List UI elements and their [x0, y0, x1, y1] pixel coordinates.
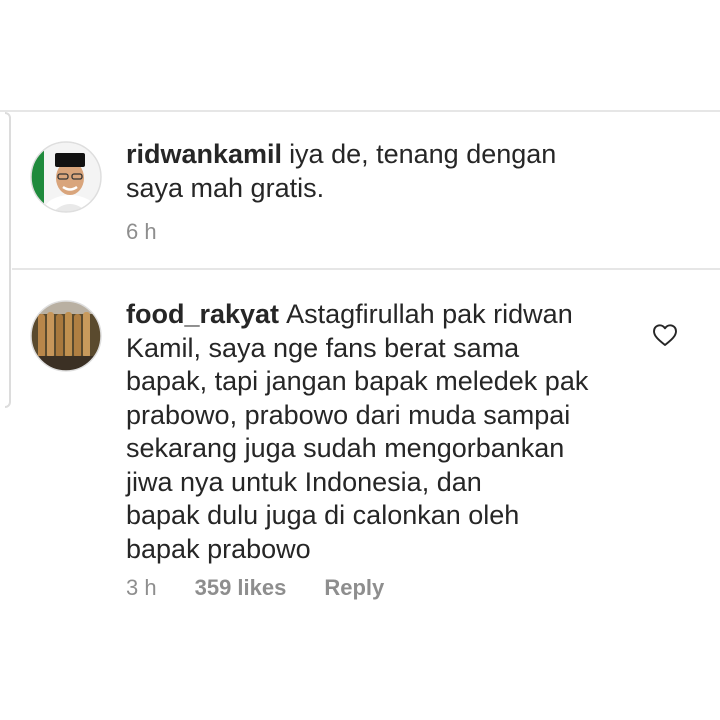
avatar-ridwankamil[interactable] — [30, 141, 102, 213]
reply-button[interactable]: Reply — [324, 575, 384, 601]
comments-screen: ridwankamil iya de, tenang dengan saya ma… — [0, 0, 720, 720]
top-divider — [0, 110, 720, 112]
comment-username[interactable]: ridwankamil — [126, 139, 282, 169]
thread-connector — [5, 112, 11, 408]
avatar-food-rakyat[interactable] — [30, 300, 102, 372]
comment-meta: 6 h — [126, 219, 195, 245]
comment-username[interactable]: food_rakyat — [126, 299, 279, 329]
comment-meta: 3 h 359 likes Reply — [126, 575, 422, 601]
comment-food-rakyat: food_rakyat Astagfirullah pak ridwan Kami… — [126, 298, 626, 566]
comment-timestamp: 3 h — [126, 575, 157, 600]
comment-divider — [12, 268, 720, 270]
comment-ridwankamil: ridwankamil iya de, tenang dengan saya ma… — [126, 138, 606, 205]
heart-outline-icon[interactable] — [652, 323, 678, 347]
comment-timestamp: 6 h — [126, 219, 157, 244]
comment-body: Astagfirullah pak ridwan Kamil, saya nge… — [126, 299, 589, 564]
likes-count-link[interactable]: 359 likes — [195, 575, 287, 601]
